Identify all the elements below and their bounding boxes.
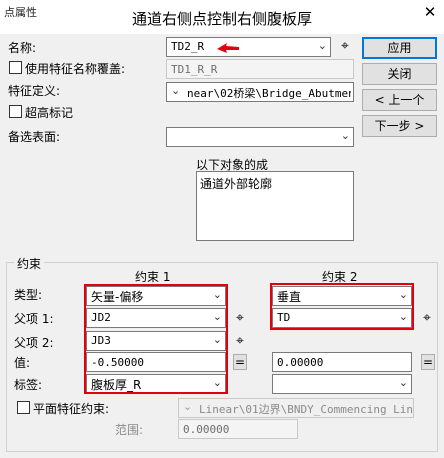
value-label: 值:	[14, 356, 31, 370]
equals-icon[interactable]: =	[233, 354, 247, 370]
chevron-down-icon[interactable]: ⌄	[399, 376, 408, 389]
name-value: TD2_R	[171, 40, 205, 53]
name-label: 名称:	[8, 41, 37, 55]
crosshair-pin-icon[interactable]: ⌖	[337, 37, 353, 55]
constraint1-highlight	[84, 284, 228, 394]
plane-constraint-checkbox[interactable]	[17, 401, 30, 414]
red-arrow-cursor	[217, 43, 239, 53]
alt-surface-combo[interactable]: ⌄	[166, 127, 354, 147]
parent1-label: 父项 1:	[14, 312, 54, 326]
constraint2-highlight	[270, 283, 414, 330]
override-checkbox[interactable]	[9, 61, 22, 74]
plane-constraint-combo: ⌄ Linear\01边界\BNDY_Commencing Line	[178, 398, 414, 418]
prev-button[interactable]: < 上一个	[362, 89, 437, 111]
override-name-value: TD1_R_R	[171, 63, 218, 76]
crosshair-pin-icon[interactable]: ⌖	[232, 309, 248, 327]
constraint2-value-field[interactable]: 0.00000	[272, 352, 412, 372]
apply-button[interactable]: 应用	[362, 37, 437, 59]
tag-label: 标签:	[14, 378, 43, 392]
list-item[interactable]: 通道外部轮廓	[200, 175, 272, 192]
chevron-down-icon[interactable]: ⌄	[318, 39, 327, 52]
name-combo[interactable]: TD2_R ⌄	[166, 37, 331, 57]
next-button[interactable]: 下一步 >	[362, 115, 437, 137]
crosshair-pin-icon[interactable]: ⌖	[232, 332, 248, 350]
crosshair-pin-icon[interactable]: ⌖	[419, 309, 435, 327]
parent2-label: 父项 2:	[14, 336, 54, 350]
chevron-down-icon: ⌄	[183, 400, 193, 413]
constraint2-value: 0.00000	[277, 356, 324, 369]
chevron-down-icon[interactable]: ⌄	[171, 84, 180, 97]
constraint-1-header: 约束 1	[135, 270, 171, 284]
close-button[interactable]: 关闭	[362, 63, 437, 85]
feature-def-label: 特征定义:	[8, 84, 61, 98]
objects-list[interactable]: 通道外部轮廓	[196, 171, 354, 241]
range-value: 0.00000	[183, 423, 230, 436]
equals-icon[interactable]: =	[421, 354, 435, 370]
constraints-group-label: 约束	[14, 255, 45, 272]
range-label: 范围:	[115, 423, 144, 437]
override-label: 使用特征名称覆盖:	[25, 62, 126, 76]
override-name-field: TD1_R_R	[166, 59, 354, 79]
range-field: 0.00000	[178, 419, 298, 439]
constraint2-tag-combo[interactable]: ⌄	[272, 374, 412, 394]
close-icon[interactable]: ✕	[420, 2, 440, 22]
dialog-title: 通道右侧点控制右侧腹板厚	[131, 10, 312, 28]
feature-def-value: near\02桥梁\Bridge_Abutment	[187, 87, 351, 100]
feature-def-combo[interactable]: ⌄ near\02桥梁\Bridge_Abutment	[166, 82, 354, 102]
super-mark-label: 超高标记	[25, 106, 74, 120]
chevron-down-icon[interactable]: ⌄	[341, 129, 350, 142]
point-properties-dialog: 点属性 通道右侧点控制右侧腹板厚 ✕ 名称: TD2_R ⌄ ⌖ 使用特征名称覆…	[0, 0, 444, 458]
type-label: 类型:	[14, 288, 43, 302]
alt-surface-label: 备选表面:	[8, 130, 61, 144]
plane-constraint-value: Linear\01边界\BNDY_Commencing Line	[199, 403, 413, 416]
plane-constraint-label: 平面特征约束:	[33, 402, 110, 416]
super-mark-checkbox[interactable]	[9, 105, 22, 118]
